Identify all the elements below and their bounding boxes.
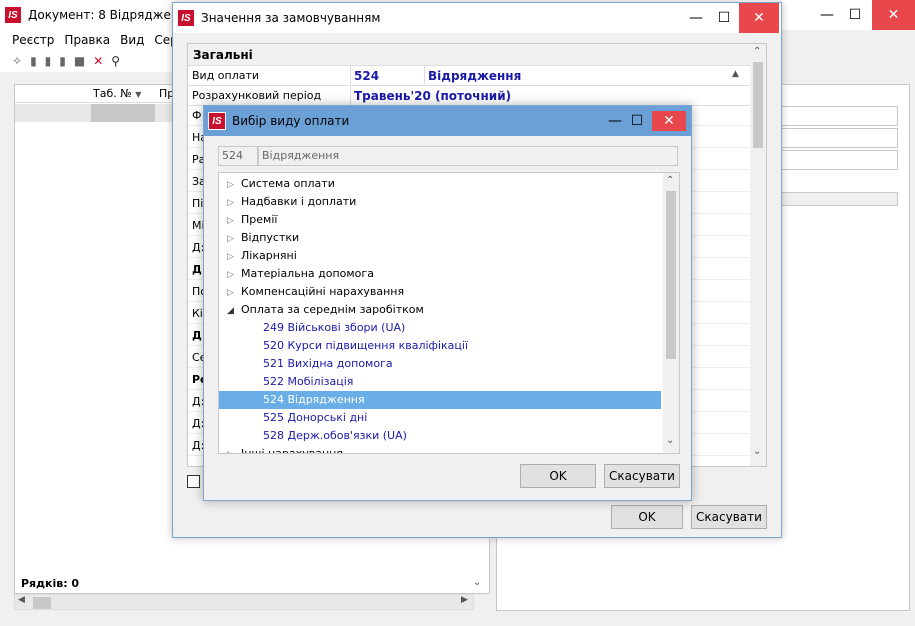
new-doc-icon[interactable]: ✧ xyxy=(12,54,22,68)
menu-vyd[interactable]: Вид xyxy=(120,33,144,47)
grid-footer: Рядків: 0 xyxy=(15,575,489,593)
stop-icon[interactable]: ■ xyxy=(74,54,85,68)
tree-leaf[interactable]: 528 Держ.обов'язки (UA) xyxy=(219,427,661,445)
defaults-checkbox[interactable] xyxy=(187,475,200,488)
main-title: Документ: 8 Відрядження xyxy=(28,8,194,22)
tree-group-label: Премії xyxy=(241,213,278,226)
tree-group-open[interactable]: ◢ Оплата за середнім заробітком xyxy=(219,301,663,319)
grid-scroll-down-icon[interactable]: ⌄ xyxy=(473,577,481,588)
tree-group-label: Надбавки і доплати xyxy=(241,195,357,208)
picker-ok-button[interactable]: OK xyxy=(520,464,596,488)
hscroll-left-icon[interactable]: ◀ xyxy=(18,595,25,605)
defaults-maximize-icon[interactable]: ☐ xyxy=(709,3,739,33)
tree-group[interactable]: ▷ Компенсаційні нарахування xyxy=(219,283,663,301)
defaults-minimize-icon[interactable]: — xyxy=(681,3,711,33)
right-field-2[interactable] xyxy=(780,128,898,148)
defaults-logo-icon: IS xyxy=(177,9,195,27)
section-header: Загальні xyxy=(188,44,750,66)
vyd-oplaty-value[interactable]: Відрядження xyxy=(424,66,750,86)
expand-icon[interactable]: ▷ xyxy=(227,248,241,266)
tree-group[interactable]: ▷ Надбавки і доплати xyxy=(219,193,663,211)
sort-down-icon: ▼ xyxy=(135,90,142,99)
expand-icon[interactable]: ▷ xyxy=(227,194,241,212)
picker-scroll-thumb[interactable] xyxy=(666,191,676,359)
tree-group[interactable]: ▷ Матеріальна допомога xyxy=(219,265,663,283)
right-field-4[interactable] xyxy=(780,192,898,206)
row-label-vyd-oplaty: Вид оплати xyxy=(188,66,348,86)
tree-group-label: Компенсаційні нарахування xyxy=(241,285,405,298)
tree-group[interactable]: ▷ Лікарняні xyxy=(219,247,663,265)
defaults-scroll-down-icon[interactable]: ⌄ xyxy=(753,446,761,457)
expand-icon[interactable]: ▷ xyxy=(227,446,241,453)
picker-name-field[interactable]: Відрядження xyxy=(258,146,678,166)
right-field-1[interactable] xyxy=(780,106,898,126)
expand-icon[interactable]: ▷ xyxy=(227,266,241,284)
collapse-icon[interactable]: ◢ xyxy=(227,302,241,320)
right-field-3[interactable] xyxy=(780,150,898,170)
tree-group-label: Лікарняні xyxy=(241,249,297,262)
tree-group-label: Оплата за середнім заробітком xyxy=(241,303,424,316)
edit-icon[interactable]: ▮ xyxy=(45,54,52,68)
tree-group[interactable]: ▷ Система оплати xyxy=(219,175,663,193)
tree-leaf[interactable]: 522 Мобілізація xyxy=(219,373,661,391)
picker-tree: ▷ Система оплати ▷ Надбавки і доплати ▷ Премі… xyxy=(218,172,680,454)
row-label-period: Розрахунковий період xyxy=(188,86,348,106)
menu-reestr[interactable]: Реєстр xyxy=(12,33,54,47)
expand-icon[interactable]: ▷ xyxy=(227,284,241,302)
tree-group-label: Система оплати xyxy=(241,177,335,190)
tree-leaf[interactable]: 525 Донорські дні xyxy=(219,409,661,427)
tree-leaf[interactable]: 521 Вихідна допомога xyxy=(219,355,661,373)
vyd-oplaty-dropdown-icon[interactable]: ▲ xyxy=(732,69,739,79)
main-minimize-icon[interactable]: — xyxy=(812,0,842,30)
tree-leaf[interactable]: 249 Військові збори (UA) xyxy=(219,319,661,337)
defaults-title: Значення за замовчуванням xyxy=(201,11,381,25)
main-maximize-icon[interactable]: ☐ xyxy=(840,0,870,30)
tree-leaf[interactable]: 520 Курси підвищення кваліфікації xyxy=(219,337,661,355)
defaults-scroll-up-icon[interactable]: ⌃ xyxy=(753,46,761,57)
copy-icon[interactable]: ▮ xyxy=(30,54,37,68)
expand-icon[interactable]: ▷ xyxy=(227,212,241,230)
defaults-cancel-button[interactable]: Скасувати xyxy=(691,505,767,529)
picker-logo-icon: IS xyxy=(208,112,226,130)
tree-group-label: Інші нарахування xyxy=(241,447,343,454)
defaults-scroll-thumb[interactable] xyxy=(753,62,763,148)
defaults-vscroll[interactable]: ⌃ ⌄ xyxy=(750,44,766,466)
main-hscroll[interactable]: ◀ ▶ xyxy=(14,594,474,610)
move-icon[interactable]: ▮ xyxy=(59,54,66,68)
app-logo-icon: IS xyxy=(4,6,22,24)
tree-group-label: Відпустки xyxy=(241,231,300,244)
picker-scroll-down-icon[interactable]: ⌄ xyxy=(666,435,674,446)
picker-maximize-icon[interactable]: ☐ xyxy=(624,106,650,136)
main-menubar: Реєстр Правка Вид Сер xyxy=(0,30,180,50)
grid-col-tab[interactable]: Таб. № ▼ xyxy=(91,85,155,103)
picker-title: Вибір виду оплати xyxy=(232,114,350,128)
hscroll-right-icon[interactable]: ▶ xyxy=(461,595,468,605)
period-value[interactable]: Травень'20 (поточний) xyxy=(350,86,750,106)
search-icon[interactable]: ⚲ xyxy=(111,54,120,68)
tree-group-label: Матеріальна допомога xyxy=(241,267,374,280)
hscroll-thumb[interactable] xyxy=(33,597,51,609)
delete-icon[interactable]: ✕ xyxy=(93,54,103,68)
main-toolbar: ✧ ▮ ▮ ▮ ■ ✕ ⚲ xyxy=(0,50,180,72)
picker-dialog: IS Вибір виду оплати — ☐ ✕ 524 Відрядженн… xyxy=(203,105,692,501)
defaults-titlebar: IS Значення за замовчуванням — ☐ ✕ xyxy=(173,3,781,33)
picker-cancel-button[interactable]: Скасувати xyxy=(604,464,680,488)
tree-leaf[interactable]: 524 Відрядження xyxy=(219,391,661,409)
expand-icon[interactable]: ▷ xyxy=(227,230,241,248)
defaults-ok-button[interactable]: OK xyxy=(611,505,683,529)
tree-group[interactable]: ▷ Відпустки xyxy=(219,229,663,247)
expand-icon[interactable]: ▷ xyxy=(227,176,241,194)
main-close-icon[interactable]: ✕ xyxy=(872,0,915,30)
picker-code-field[interactable]: 524 xyxy=(218,146,258,166)
tree-group[interactable]: ▷Інші нарахування xyxy=(219,445,663,454)
tree-group[interactable]: ▷ Премії xyxy=(219,211,663,229)
picker-scroll-up-icon[interactable]: ⌃ xyxy=(666,175,674,186)
picker-close-icon[interactable]: ✕ xyxy=(652,111,686,131)
picker-titlebar: IS Вибір виду оплати — ☐ ✕ xyxy=(204,106,691,136)
grid-empty-cell xyxy=(91,104,155,122)
defaults-close-icon[interactable]: ✕ xyxy=(739,3,779,33)
picker-vscroll[interactable]: ⌃ ⌄ xyxy=(663,173,679,453)
menu-pravka[interactable]: Правка xyxy=(64,33,110,47)
vyd-oplaty-code[interactable]: 524 xyxy=(350,66,424,86)
